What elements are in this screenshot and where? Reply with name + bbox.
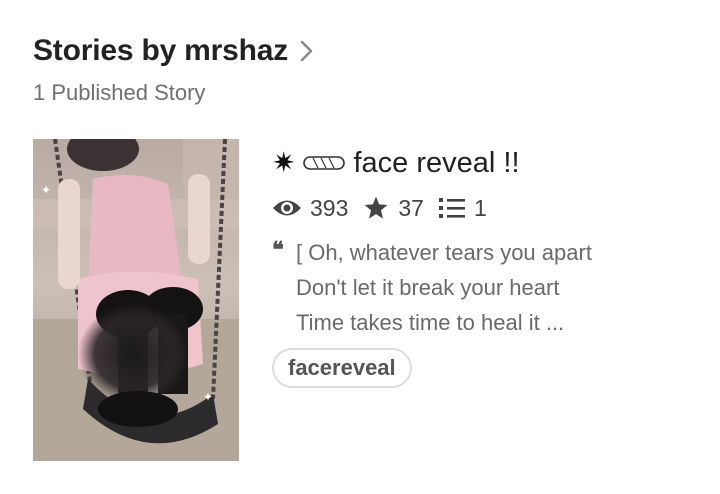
reads-stat: 393 bbox=[272, 195, 348, 222]
story-info: ✷ face reveal !! 393 37 1 ❝ [Oh, whatev… bbox=[272, 145, 712, 388]
story-cover-image[interactable]: ✦ ✦ bbox=[33, 139, 239, 461]
description-line: Don't let it break your heart bbox=[296, 275, 560, 300]
story-stats: 393 37 1 bbox=[272, 193, 712, 223]
story-title[interactable]: face reveal !! bbox=[353, 147, 519, 180]
votes-count: 37 bbox=[398, 194, 424, 221]
chevron-right-icon[interactable] bbox=[300, 40, 314, 67]
stories-title-row[interactable]: Stories by mrshaz bbox=[33, 34, 314, 68]
tag-facereveal[interactable]: facereveal bbox=[272, 348, 412, 388]
quote-icon: ❝ bbox=[272, 237, 284, 263]
profile-stories-header: Stories by mrshaz 1 Published Story bbox=[33, 34, 314, 106]
parts-count: 1 bbox=[473, 194, 487, 221]
story-description: ❝ [ Oh, whatever tears you apart Don't l… bbox=[272, 235, 712, 340]
description-line: Time takes time to heal it ... bbox=[296, 310, 565, 335]
star-icon bbox=[365, 196, 388, 219]
votes-stat: 37 bbox=[362, 195, 424, 222]
eye-icon bbox=[273, 200, 301, 216]
stories-title[interactable]: Stories by mrshaz bbox=[33, 34, 288, 68]
published-count: 1 Published Story bbox=[33, 80, 206, 105]
description-line: [ Oh, whatever tears you apart bbox=[296, 240, 592, 265]
svg-text:✦: ✦ bbox=[203, 390, 213, 404]
pill-shape-icon bbox=[303, 155, 346, 175]
eight-point-star-symbol: ✷ bbox=[272, 147, 296, 178]
reads-count: 393 bbox=[310, 194, 349, 221]
story-title-row[interactable]: ✷ face reveal !! bbox=[272, 145, 712, 181]
svg-text:✦: ✦ bbox=[41, 183, 51, 197]
parts-stat: 1 bbox=[438, 195, 487, 222]
list-icon bbox=[438, 198, 465, 218]
